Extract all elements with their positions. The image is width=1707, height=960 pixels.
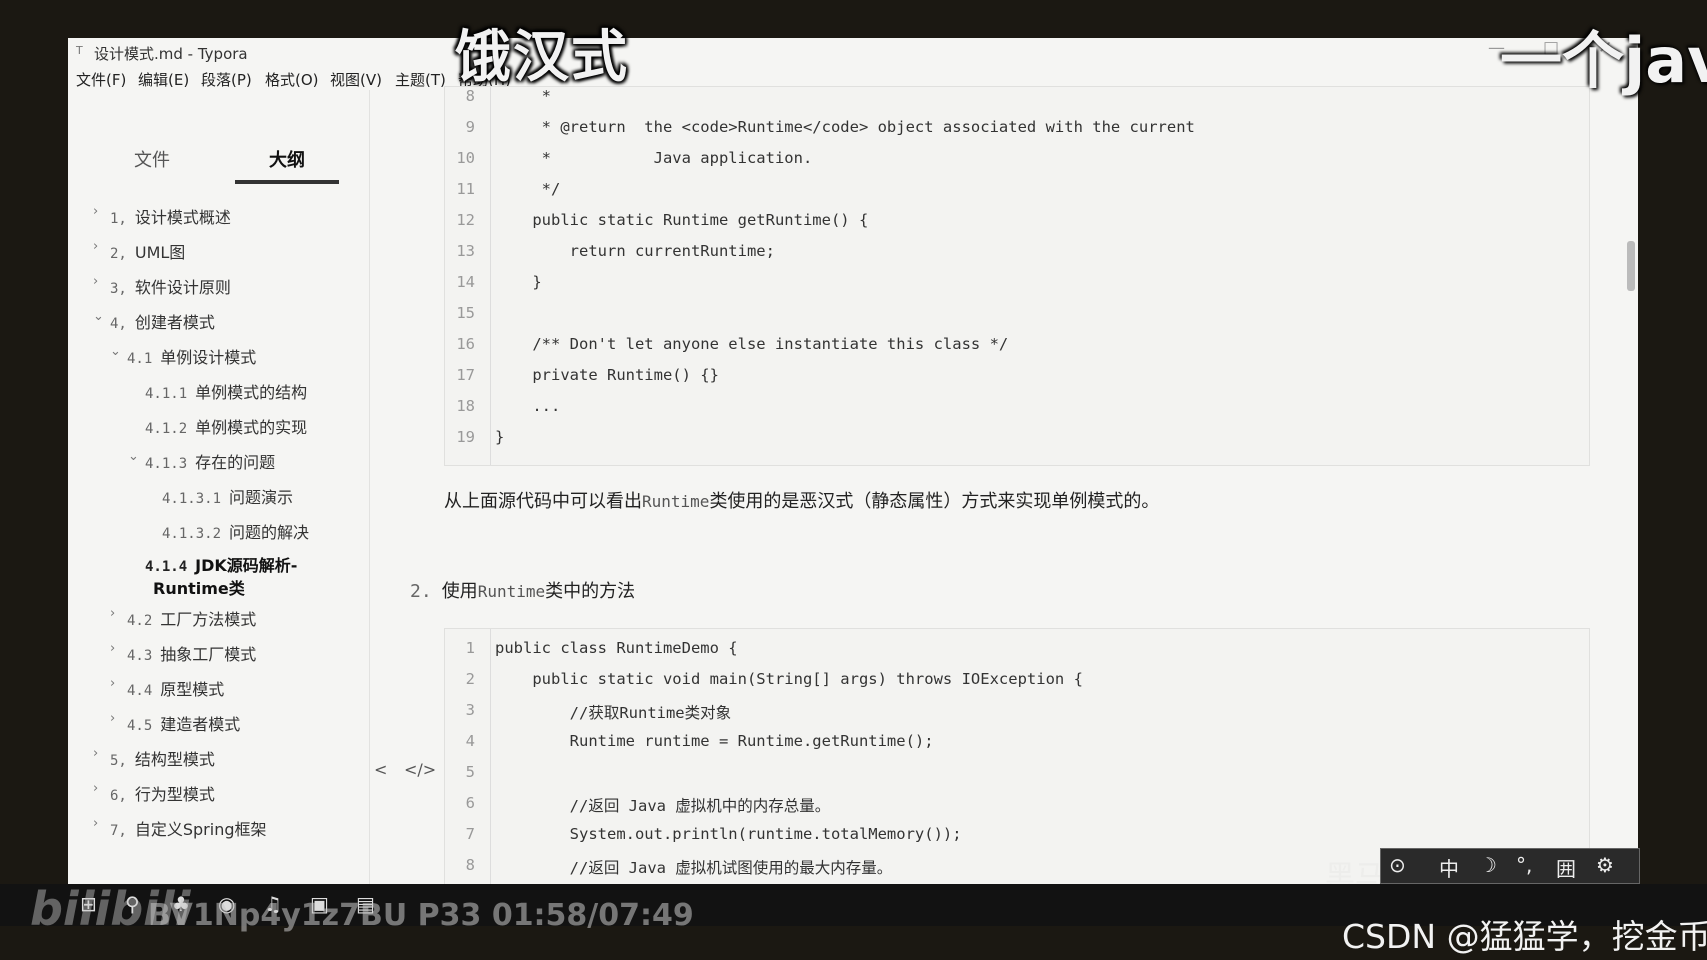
outline-item[interactable]: › 4.3 抽象工厂模式	[110, 641, 256, 665]
ime-toolbar: ⊙ 中 ☽ °, 囲 ⚙	[1380, 848, 1640, 884]
code-line: 9 * @return the <code>Runtime</code> obj…	[465, 118, 1195, 136]
code-line: 16 /** Don't let anyone else instantiate…	[456, 335, 1009, 353]
code-line: 6 //返回 Java 虚拟机中的内存总量。	[465, 794, 831, 815]
menu-file[interactable]: 文件(F)	[76, 69, 126, 90]
outline-item[interactable]: 4.1.2 单例模式的实现	[145, 414, 307, 438]
code-line: 5	[465, 763, 475, 781]
outline-item[interactable]: › 4.4 原型模式	[110, 676, 224, 700]
overlay-title: 饿汉式	[455, 25, 629, 90]
code-line: 4 Runtime runtime = Runtime.getRuntime()…	[465, 732, 934, 750]
menu-paragraph[interactable]: 段落(P)	[201, 69, 252, 90]
code-line: 15	[456, 304, 475, 322]
typora-icon: T	[76, 44, 83, 57]
video-info-overlay: BV1Np4y1z7BU P33 01:58/07:49	[148, 898, 694, 933]
code-line: 18 ...	[456, 397, 561, 415]
punctuation-icon[interactable]: °,	[1516, 853, 1532, 877]
source-code-mode-button[interactable]: </>	[404, 760, 436, 779]
chevron-right-icon: ›	[93, 781, 99, 796]
chevron-right-icon: ›	[93, 746, 99, 761]
chevron-right-icon: ›	[93, 816, 99, 831]
active-tab-indicator	[235, 180, 339, 184]
keyboard-icon[interactable]: 囲	[1556, 853, 1576, 882]
gear-icon[interactable]: ⚙	[1596, 853, 1614, 877]
code-line: 12 public static Runtime getRuntime() {	[456, 211, 869, 229]
outline-item[interactable]: › 2, UML图	[93, 239, 185, 263]
toggle-sidebar-button[interactable]: <	[374, 760, 387, 779]
csdn-watermark: CSDN @猛猛学，挖金币	[1342, 917, 1707, 956]
chevron-right-icon: ›	[110, 676, 116, 691]
code-line: 3 //获取Runtime类对象	[465, 701, 732, 722]
code-block-runtime-demo[interactable]: 1 public class RuntimeDemo { 2 public sta…	[444, 628, 1590, 885]
tab-outline[interactable]: 大纲	[269, 146, 305, 172]
outline-item[interactable]: 4.1.3.2 问题的解决	[162, 519, 309, 543]
moon-icon[interactable]: ☽	[1479, 853, 1497, 877]
outline-item[interactable]: 4.1.3.1 问题演示	[162, 484, 293, 508]
code-line: 13 return currentRuntime;	[456, 242, 775, 260]
outline-item[interactable]: › 5, 结构型模式	[93, 746, 215, 770]
code-line: 14 }	[456, 273, 542, 291]
outline-item[interactable]: › 3, 软件设计原则	[93, 274, 231, 298]
body-paragraph: 从上面源代码中可以看出Runtime类使用的是恶汉式（静态属性）方式来实现单例模…	[444, 491, 1160, 512]
scrollbar-thumb[interactable]	[1627, 241, 1635, 291]
sidebar: 文件 大纲 › 1, 设计模式概述 › 2, UML图 › 3, 软件设计原则 ⌄ 4, 创建者…	[68, 90, 370, 884]
chevron-right-icon: ›	[110, 711, 116, 726]
outline-item[interactable]: ⌄ 4.1 单例设计模式	[110, 344, 256, 368]
code-line: 2 public static void main(String[] args)…	[465, 670, 1083, 688]
tab-files[interactable]: 文件	[134, 146, 170, 172]
chevron-down-icon: ⌄	[110, 344, 121, 359]
outline-item[interactable]: ⌄ 4, 创建者模式	[93, 309, 215, 333]
menu-theme[interactable]: 主题(T)	[395, 69, 446, 90]
ime-logo-icon[interactable]: ⊙	[1389, 853, 1406, 877]
outline-item[interactable]: › 4.2 工厂方法模式	[110, 606, 256, 630]
code-line: 19}	[456, 428, 505, 446]
list-item-heading: 2. 使用Runtime类中的方法	[410, 581, 636, 602]
outline-item[interactable]: 4.1.1 单例模式的结构	[145, 379, 307, 403]
outline-item[interactable]: › 1, 设计模式概述	[93, 204, 231, 228]
chevron-right-icon: ›	[93, 204, 99, 219]
outline-item[interactable]: › 4.5 建造者模式	[110, 711, 240, 735]
outline-item-active-cont[interactable]: Runtime类	[145, 575, 245, 599]
menu-view[interactable]: 视图(V)	[330, 69, 382, 90]
chevron-right-icon: ›	[110, 606, 116, 621]
outline-item[interactable]: ⌄ 4.1.3 存在的问题	[128, 449, 275, 473]
chevron-right-icon: ›	[93, 274, 99, 289]
overlay-corner-text: 一个jav	[1500, 24, 1707, 97]
window-title: 设计模式.md - Typora	[94, 45, 248, 63]
chevron-right-icon: ›	[93, 239, 99, 254]
code-line: 10 * Java application.	[456, 149, 813, 167]
chevron-down-icon: ⌄	[93, 309, 104, 324]
menu-format[interactable]: 格式(O)	[265, 69, 319, 90]
code-block-runtime[interactable]: 8 * 9 * @return the <code>Runtime</code>…	[444, 86, 1590, 466]
code-line: 11 */	[456, 180, 561, 198]
ime-chinese-mode[interactable]: 中	[1439, 853, 1459, 882]
outline-item[interactable]: › 7, 自定义Spring框架	[93, 816, 267, 840]
outline-item-active[interactable]: 4.1.4 JDK源码解析-	[145, 552, 297, 576]
code-line: 17 private Runtime() {}	[456, 366, 719, 384]
title-bar: T 设计模式.md - Typora — □ ✕	[68, 38, 1638, 66]
chevron-right-icon: ›	[110, 641, 116, 656]
menu-edit[interactable]: 编辑(E)	[138, 69, 189, 90]
outline-item[interactable]: › 6, 行为型模式	[93, 781, 215, 805]
chevron-down-icon: ⌄	[128, 449, 139, 464]
code-line: 1 public class RuntimeDemo {	[465, 639, 738, 657]
